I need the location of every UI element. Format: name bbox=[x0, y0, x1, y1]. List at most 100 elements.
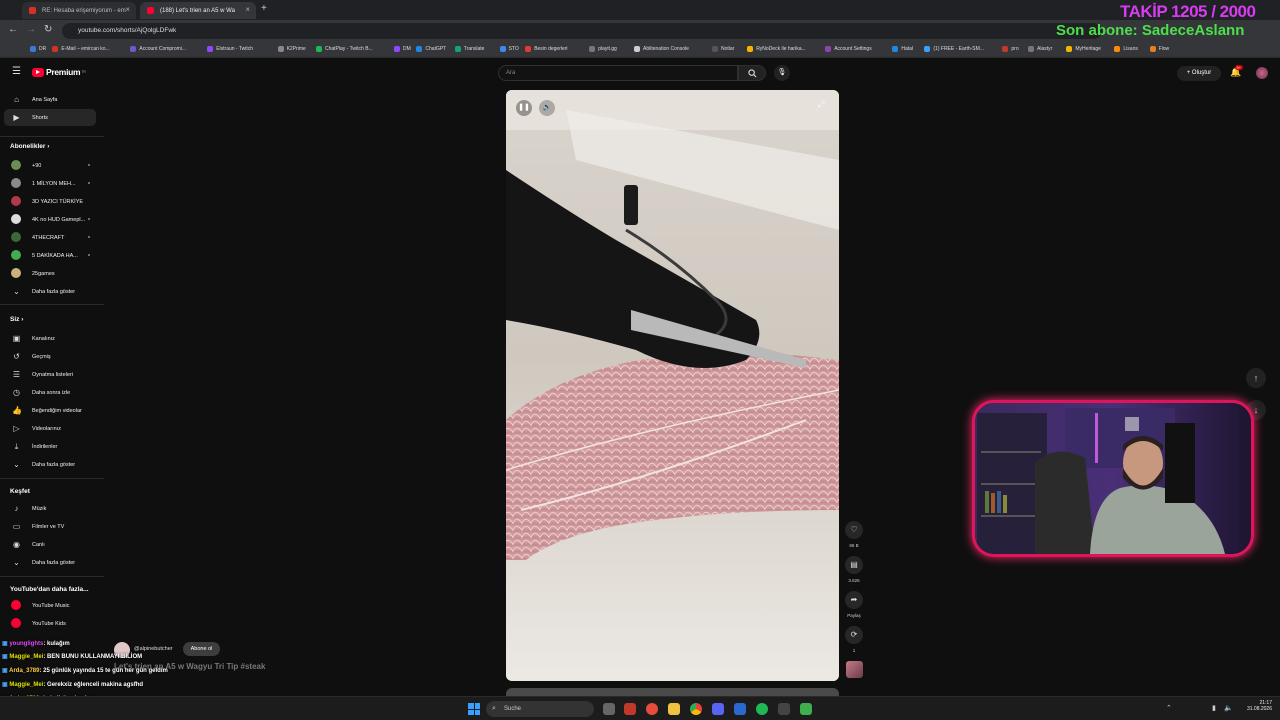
sidebar-item[interactable]: 25games bbox=[4, 265, 96, 282]
app-icon[interactable] bbox=[624, 703, 636, 715]
short-channel-name[interactable]: @alpinebutcher bbox=[134, 646, 173, 652]
sidebar-item[interactable]: 5 DAKİKADA HA... bbox=[4, 247, 96, 264]
volume-icon[interactable]: 🔈 bbox=[1224, 704, 1233, 712]
sidebar-item[interactable]: YouTube Music bbox=[4, 597, 96, 614]
bookmark-item[interactable]: Hatal bbox=[892, 46, 913, 52]
sidebar-item[interactable]: ▭ Filmler ve TV bbox=[4, 518, 96, 535]
bookmark-item[interactable]: Besin degerleri bbox=[525, 46, 568, 52]
subscribe-button[interactable]: Abone ol bbox=[183, 642, 220, 656]
bookmark-label: pro bbox=[1011, 46, 1019, 52]
bookmark-item[interactable]: RyNoDeck ile harika... bbox=[747, 46, 806, 52]
sidebar-item[interactable]: 👍 Beğendiğim videolar bbox=[4, 402, 96, 419]
bookmark-item[interactable]: E-Mail – emircan ko... bbox=[52, 46, 110, 52]
bookmark-item[interactable]: ChatPlay - Twitch B... bbox=[316, 46, 373, 52]
sidebar-item[interactable]: ◷ Daha sonra izle bbox=[4, 384, 96, 401]
url-field[interactable]: youtube.com/shorts/AjQolgLDFwk bbox=[62, 23, 1102, 39]
file-explorer-icon[interactable] bbox=[668, 703, 680, 715]
bookmark-item[interactable]: pro bbox=[1002, 46, 1019, 52]
forward-icon[interactable]: → bbox=[26, 24, 36, 35]
channel-avatar bbox=[11, 600, 21, 610]
browser-tab-active[interactable]: (188) Let's trien an A5 w Wa × bbox=[140, 2, 256, 19]
app-icon[interactable] bbox=[800, 703, 812, 715]
sidebar-item[interactable]: ▣ Kanalınız bbox=[4, 330, 96, 347]
sidebar-item[interactable]: 4THECRAFT bbox=[4, 229, 96, 246]
new-tab-button[interactable]: + bbox=[261, 3, 267, 14]
pause-button[interactable]: ❚❚ bbox=[516, 100, 532, 116]
next-short-preview[interactable] bbox=[506, 688, 839, 696]
terminal-icon[interactable] bbox=[778, 703, 790, 715]
volume-button[interactable]: 🔈 bbox=[539, 100, 555, 116]
search-button[interactable] bbox=[738, 65, 766, 81]
bookmark-item[interactable]: Alastyr bbox=[1028, 46, 1052, 52]
bookmark-item[interactable]: Notlar bbox=[712, 46, 734, 52]
windows-start-icon[interactable] bbox=[468, 703, 480, 715]
tray-chevron-icon[interactable]: ⌃ bbox=[1166, 704, 1172, 712]
taskbar-search[interactable]: ⌕ Suche bbox=[486, 701, 594, 717]
search-input[interactable]: Ara bbox=[498, 65, 738, 81]
sidebar-section-title[interactable]: Abonelikler › bbox=[10, 143, 49, 150]
bookmark-item[interactable]: Elstraun - Twitch bbox=[207, 46, 253, 52]
bookmark-item[interactable]: MyHeritage bbox=[1066, 46, 1101, 52]
sidebar-item[interactable]: +90 bbox=[4, 157, 96, 174]
sidebar-item[interactable]: 4K no HUD Gamepl... bbox=[4, 211, 96, 228]
sidebar-item[interactable]: ⌄ Daha fazla göster bbox=[4, 456, 96, 473]
network-icon[interactable]: ▮ bbox=[1212, 704, 1216, 712]
clock[interactable]: 21:17 31.08.2026 bbox=[1238, 700, 1272, 712]
avatar[interactable] bbox=[1256, 67, 1268, 79]
youtube-logo[interactable]: Premium TR bbox=[32, 67, 86, 77]
bookmark-item[interactable]: (1) FREE - Earth-SM... bbox=[924, 46, 984, 52]
film-icon: ▭ bbox=[12, 522, 21, 531]
notifications-button[interactable]: 🔔 9+ bbox=[1230, 65, 1243, 78]
bookmark-item[interactable]: Translate bbox=[454, 46, 484, 52]
bookmark-item[interactable]: playit.gg bbox=[589, 46, 617, 52]
spotify-icon[interactable] bbox=[756, 703, 768, 715]
app-icon[interactable] bbox=[646, 703, 658, 715]
reload-icon[interactable]: ↻ bbox=[44, 24, 52, 35]
like-button[interactable]: ♡ bbox=[845, 521, 863, 539]
sidebar-item[interactable]: ⤓ İndirilenler bbox=[4, 438, 96, 455]
fullscreen-button[interactable]: ⤢ bbox=[818, 100, 824, 110]
sidebar-item[interactable]: YouTube Kids bbox=[4, 615, 96, 632]
sidebar-item[interactable]: ◉ Canlı bbox=[4, 536, 96, 553]
sidebar-item[interactable]: ⌄ Daha fazla göster bbox=[4, 283, 96, 300]
sidebar-item[interactable]: ⌂ Ana Sayfa bbox=[4, 91, 96, 108]
bookmark-item[interactable]: Flow bbox=[1149, 46, 1169, 52]
sidebar-item[interactable]: ↺ Geçmiş bbox=[4, 348, 96, 365]
chrome-icon[interactable] bbox=[690, 703, 702, 715]
task-view-icon[interactable] bbox=[603, 703, 615, 715]
bookmark-item[interactable]: DR bbox=[30, 46, 46, 52]
bookmark-item[interactable]: DM bbox=[394, 46, 411, 52]
previous-short-button[interactable]: ↑ bbox=[1246, 368, 1266, 388]
bookmark-item[interactable]: Lisans bbox=[1114, 46, 1138, 52]
sidebar-item[interactable]: ⌄ Daha fazla göster bbox=[4, 554, 96, 571]
bookmark-icon bbox=[1002, 46, 1009, 52]
bookmark-item[interactable]: STO bbox=[499, 46, 519, 52]
sidebar-item[interactable]: 1 MİLYON MEH... bbox=[4, 175, 96, 192]
close-tab-icon[interactable]: × bbox=[125, 5, 130, 14]
bookmark-item[interactable]: ChatGPT bbox=[416, 46, 446, 52]
back-icon[interactable]: ← bbox=[8, 24, 18, 35]
app-icon[interactable] bbox=[712, 703, 724, 715]
bookmark-item[interactable]: Account Compromi... bbox=[130, 46, 186, 52]
sidebar-item[interactable]: ▶ Shorts bbox=[4, 109, 96, 126]
comment-button[interactable]: ▤ bbox=[845, 556, 863, 574]
bookmark-item[interactable]: K2Prime bbox=[277, 46, 306, 52]
bookmark-item[interactable]: Account Settings bbox=[825, 46, 872, 52]
sidebar-item[interactable]: 3D YAZICI TÜRKİYE bbox=[4, 193, 96, 210]
sidebar-item[interactable]: ☰ Oynatma listeleri bbox=[4, 366, 96, 383]
audio-thumbnail[interactable] bbox=[846, 661, 863, 678]
voice-search-button[interactable]: 🎙 bbox=[774, 65, 790, 81]
shorts-video-player[interactable]: ❚❚ 🔈 ⤢ bbox=[506, 90, 839, 681]
share-button[interactable]: ➦ bbox=[845, 591, 863, 609]
sidebar-item[interactable]: ▷ Videolarınız bbox=[4, 420, 96, 437]
bookmark-label: (1) FREE - Earth-SM... bbox=[933, 46, 984, 52]
sidebar-item[interactable]: ♪ Müzik bbox=[4, 500, 96, 517]
create-button[interactable]: + Oluştur bbox=[1177, 66, 1221, 81]
close-tab-icon[interactable]: × bbox=[245, 5, 250, 14]
bookmark-item[interactable]: Ablitenation Console bbox=[634, 46, 689, 52]
remix-button[interactable]: ⟳ bbox=[845, 626, 863, 644]
sidebar-section-title[interactable]: Siz › bbox=[10, 316, 23, 323]
app-icon[interactable] bbox=[734, 703, 746, 715]
browser-tab[interactable]: RE: Hesaba erişemiyorum - em × bbox=[22, 2, 136, 19]
menu-icon[interactable]: ☰ bbox=[12, 66, 21, 77]
